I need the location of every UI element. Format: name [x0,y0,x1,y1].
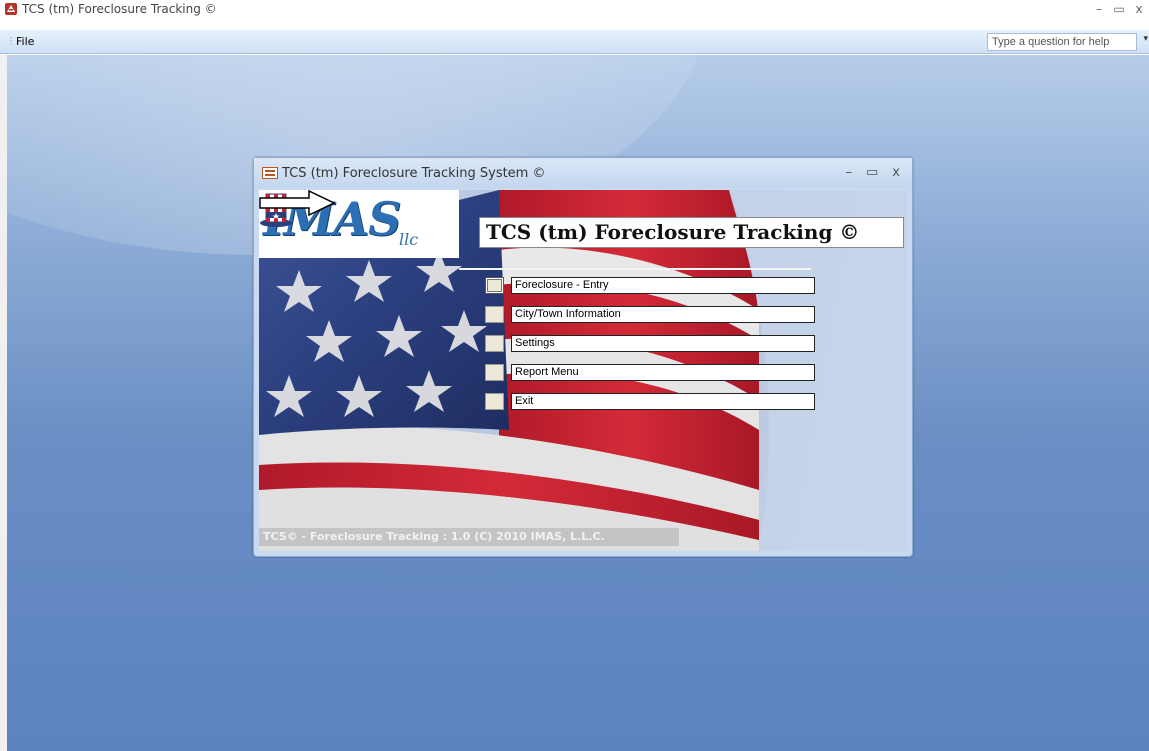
file-menu[interactable]: File [16,35,34,48]
window-left-edge [0,55,7,751]
form-heading: TCS (tm) Foreclosure Tracking © [486,220,860,244]
help-search-input[interactable]: Type a question for help [987,33,1137,51]
form-restore-button[interactable]: ▭ [866,165,878,180]
menubar-grip-icon[interactable]: ⋮ [6,36,16,47]
menubar: ⋮ File Type a question for help ▾ [0,30,1149,54]
app-titlebar: TCS (tm) Foreclosure Tracking © – ▭ x [0,0,1149,18]
report-menu-button[interactable] [485,364,504,381]
form-close-button[interactable]: x [892,165,900,180]
settings-button[interactable] [485,335,504,352]
city-town-information-button[interactable] [485,306,504,323]
exit-label[interactable]: Exit [511,393,815,410]
menu-item-settings[interactable]: Settings [485,335,815,353]
app-title: TCS (tm) Foreclosure Tracking © [22,2,217,16]
report-menu-label[interactable]: Report Menu [511,364,815,381]
menu-item-exit[interactable]: Exit [485,393,815,411]
main-menu-form[interactable]: TCS (tm) Foreclosure Tracking System © –… [253,157,913,557]
access-app-icon[interactable] [4,2,18,16]
foreclosure-entry-button[interactable] [485,277,504,294]
foreclosure-entry-label[interactable]: Foreclosure - Entry [511,277,815,294]
help-placeholder: Type a question for help [992,36,1110,48]
logo-suffix: llc [399,230,419,249]
menu-item-foreclosure-entry[interactable]: Foreclosure - Entry [485,277,815,295]
app-restore-button[interactable]: ▭ [1109,2,1129,16]
form-titlebar[interactable]: TCS (tm) Foreclosure Tracking System © –… [254,158,912,188]
flag-background: IMAS llc TCS (tm) Foreclosure Tracking ©… [259,190,907,551]
form-minimize-button[interactable]: – [846,165,853,180]
heading-divider [459,268,811,270]
app-window-controls: – ▭ x [1089,0,1149,18]
form-window-controls: – ▭ x [846,165,901,180]
app-close-button[interactable]: x [1129,2,1149,16]
pointer-arrow-icon [259,190,335,216]
menu-item-report-menu[interactable]: Report Menu [485,364,815,382]
heading-box: TCS (tm) Foreclosure Tracking © [479,217,904,248]
exit-button[interactable] [485,393,504,410]
app-minimize-button[interactable]: – [1089,2,1109,16]
form-title: TCS (tm) Foreclosure Tracking System © [282,165,546,181]
form-icon [262,167,278,179]
menu-item-city-town-information[interactable]: City/Town Information [485,306,815,324]
help-dropdown-icon[interactable]: ▾ [1143,34,1148,44]
settings-label[interactable]: Settings [511,335,815,352]
footer-version: TCS© - Foreclosure Tracking : 1.0 (C) 20… [259,528,679,546]
city-town-information-label[interactable]: City/Town Information [511,306,815,323]
